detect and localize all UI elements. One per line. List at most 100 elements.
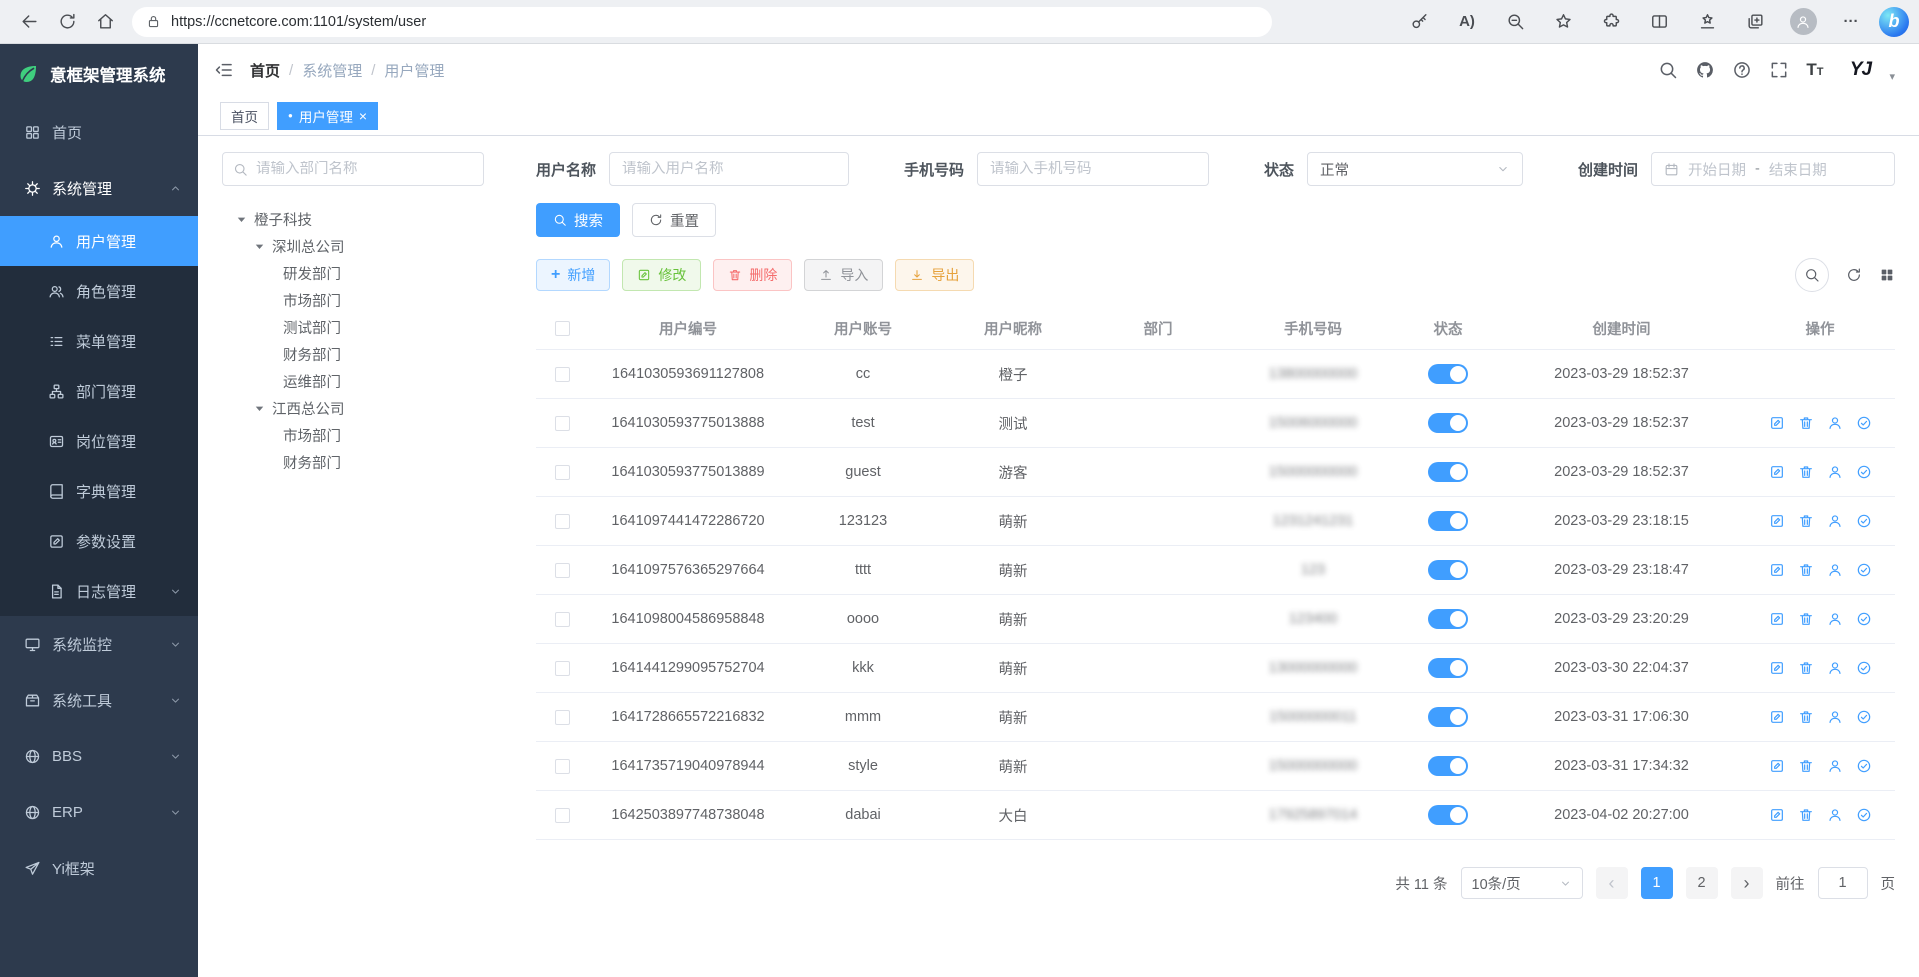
edit-row-icon[interactable]	[1769, 562, 1785, 578]
goto-page-input[interactable]	[1818, 867, 1868, 899]
import-button[interactable]: 导入	[804, 259, 883, 291]
phone-input[interactable]	[990, 161, 1196, 177]
tree-node[interactable]: 市场部门	[222, 287, 510, 314]
row-checkbox[interactable]	[555, 661, 570, 676]
row-checkbox[interactable]	[555, 808, 570, 823]
sidebar-item-user-management[interactable]: 用户管理	[0, 216, 198, 266]
delete-row-icon[interactable]	[1798, 758, 1814, 774]
sidebar-item-dept-management[interactable]: 部门管理	[0, 366, 198, 416]
fullscreen-icon[interactable]	[1769, 60, 1789, 80]
tab-home[interactable]: 首页	[220, 102, 269, 130]
collapse-sidebar-button[interactable]	[214, 60, 234, 80]
user-avatar[interactable]: YJ	[1840, 53, 1880, 87]
sidebar-item-dict-management[interactable]: 字典管理	[0, 466, 198, 516]
check-circle-icon[interactable]	[1856, 415, 1872, 431]
address-bar[interactable]: https://ccnetcore.com:1101/system/user	[132, 7, 1272, 37]
assign-role-icon[interactable]	[1827, 562, 1843, 578]
status-toggle[interactable]	[1428, 805, 1468, 825]
caret-down-icon[interactable]	[252, 239, 267, 254]
zoom-button[interactable]	[1495, 5, 1535, 39]
check-circle-icon[interactable]	[1856, 807, 1872, 823]
browser-menu-button[interactable]: ···	[1831, 5, 1871, 39]
caret-down-icon[interactable]	[252, 401, 267, 416]
refresh-table-icon[interactable]	[1846, 267, 1862, 283]
sidebar-item-bbs[interactable]: BBS	[0, 728, 198, 784]
add-button[interactable]: +新增	[536, 259, 610, 291]
read-aloud-button[interactable]: A)	[1447, 5, 1487, 39]
edit-row-icon[interactable]	[1769, 807, 1785, 823]
row-checkbox[interactable]	[555, 563, 570, 578]
assign-role-icon[interactable]	[1827, 513, 1843, 529]
row-checkbox[interactable]	[555, 759, 570, 774]
delete-row-icon[interactable]	[1798, 660, 1814, 676]
delete-row-icon[interactable]	[1798, 807, 1814, 823]
sidebar-item-param-settings[interactable]: 参数设置	[0, 516, 198, 566]
back-button[interactable]	[10, 5, 48, 39]
delete-button[interactable]: 删除	[713, 259, 792, 291]
row-checkbox[interactable]	[555, 416, 570, 431]
tree-node[interactable]: 深圳总公司	[222, 233, 510, 260]
sidebar-item-menu-management[interactable]: 菜单管理	[0, 316, 198, 366]
tree-node[interactable]: 研发部门	[222, 260, 510, 287]
status-toggle[interactable]	[1428, 756, 1468, 776]
password-key-button[interactable]	[1399, 5, 1439, 39]
status-toggle[interactable]	[1428, 511, 1468, 531]
check-circle-icon[interactable]	[1856, 758, 1872, 774]
row-checkbox[interactable]	[555, 465, 570, 480]
tree-node[interactable]: 财务部门	[222, 341, 510, 368]
status-toggle[interactable]	[1428, 364, 1468, 384]
edit-row-icon[interactable]	[1769, 758, 1785, 774]
sidebar-item-erp[interactable]: ERP	[0, 784, 198, 840]
check-circle-icon[interactable]	[1856, 562, 1872, 578]
column-settings-icon[interactable]	[1879, 267, 1895, 283]
breadcrumb-home[interactable]: 首页	[250, 60, 280, 81]
export-button[interactable]: 导出	[895, 259, 974, 291]
tab-user-management[interactable]: ● 用户管理 ×	[277, 102, 378, 130]
tree-node[interactable]: 运维部门	[222, 368, 510, 395]
sidebar-item-home[interactable]: 首页	[0, 104, 198, 160]
edit-row-icon[interactable]	[1769, 611, 1785, 627]
status-toggle[interactable]	[1428, 658, 1468, 678]
copilot-bing-icon[interactable]: b	[1879, 7, 1909, 37]
favorites-bar-button[interactable]	[1687, 5, 1727, 39]
extensions-button[interactable]	[1591, 5, 1631, 39]
sidebar-item-yi-framework[interactable]: Yi框架	[0, 840, 198, 896]
help-icon[interactable]	[1732, 60, 1752, 80]
check-circle-icon[interactable]	[1856, 464, 1872, 480]
check-circle-icon[interactable]	[1856, 660, 1872, 676]
page-button-2[interactable]: 2	[1686, 867, 1718, 899]
page-button-1[interactable]: 1	[1641, 867, 1673, 899]
edit-row-icon[interactable]	[1769, 660, 1785, 676]
assign-role-icon[interactable]	[1827, 758, 1843, 774]
row-checkbox[interactable]	[555, 367, 570, 382]
split-screen-button[interactable]	[1639, 5, 1679, 39]
edit-row-icon[interactable]	[1769, 709, 1785, 725]
search-button[interactable]: 搜索	[536, 203, 620, 237]
tree-node[interactable]: 测试部门	[222, 314, 510, 341]
header-search-icon[interactable]	[1658, 60, 1678, 80]
tree-node[interactable]: 市场部门	[222, 422, 510, 449]
delete-row-icon[interactable]	[1798, 709, 1814, 725]
font-size-icon[interactable]: TT	[1806, 60, 1823, 80]
row-checkbox[interactable]	[555, 514, 570, 529]
caret-down-icon[interactable]	[234, 212, 249, 227]
edit-row-icon[interactable]	[1769, 464, 1785, 480]
delete-row-icon[interactable]	[1798, 611, 1814, 627]
github-icon[interactable]	[1695, 60, 1715, 80]
edit-row-icon[interactable]	[1769, 415, 1785, 431]
delete-row-icon[interactable]	[1798, 415, 1814, 431]
refresh-button[interactable]	[48, 5, 86, 39]
status-toggle[interactable]	[1428, 462, 1468, 482]
username-input[interactable]	[622, 161, 836, 177]
next-page-button[interactable]: ›	[1731, 867, 1763, 899]
sidebar-item-log-management[interactable]: 日志管理	[0, 566, 198, 616]
delete-row-icon[interactable]	[1798, 562, 1814, 578]
row-checkbox[interactable]	[555, 710, 570, 725]
edit-button[interactable]: 修改	[622, 259, 701, 291]
status-toggle[interactable]	[1428, 707, 1468, 727]
edit-row-icon[interactable]	[1769, 513, 1785, 529]
status-toggle[interactable]	[1428, 413, 1468, 433]
sidebar-item-tools[interactable]: 系统工具	[0, 672, 198, 728]
add-favorite-button[interactable]	[1543, 5, 1583, 39]
breadcrumb-system[interactable]: 系统管理	[302, 60, 362, 81]
